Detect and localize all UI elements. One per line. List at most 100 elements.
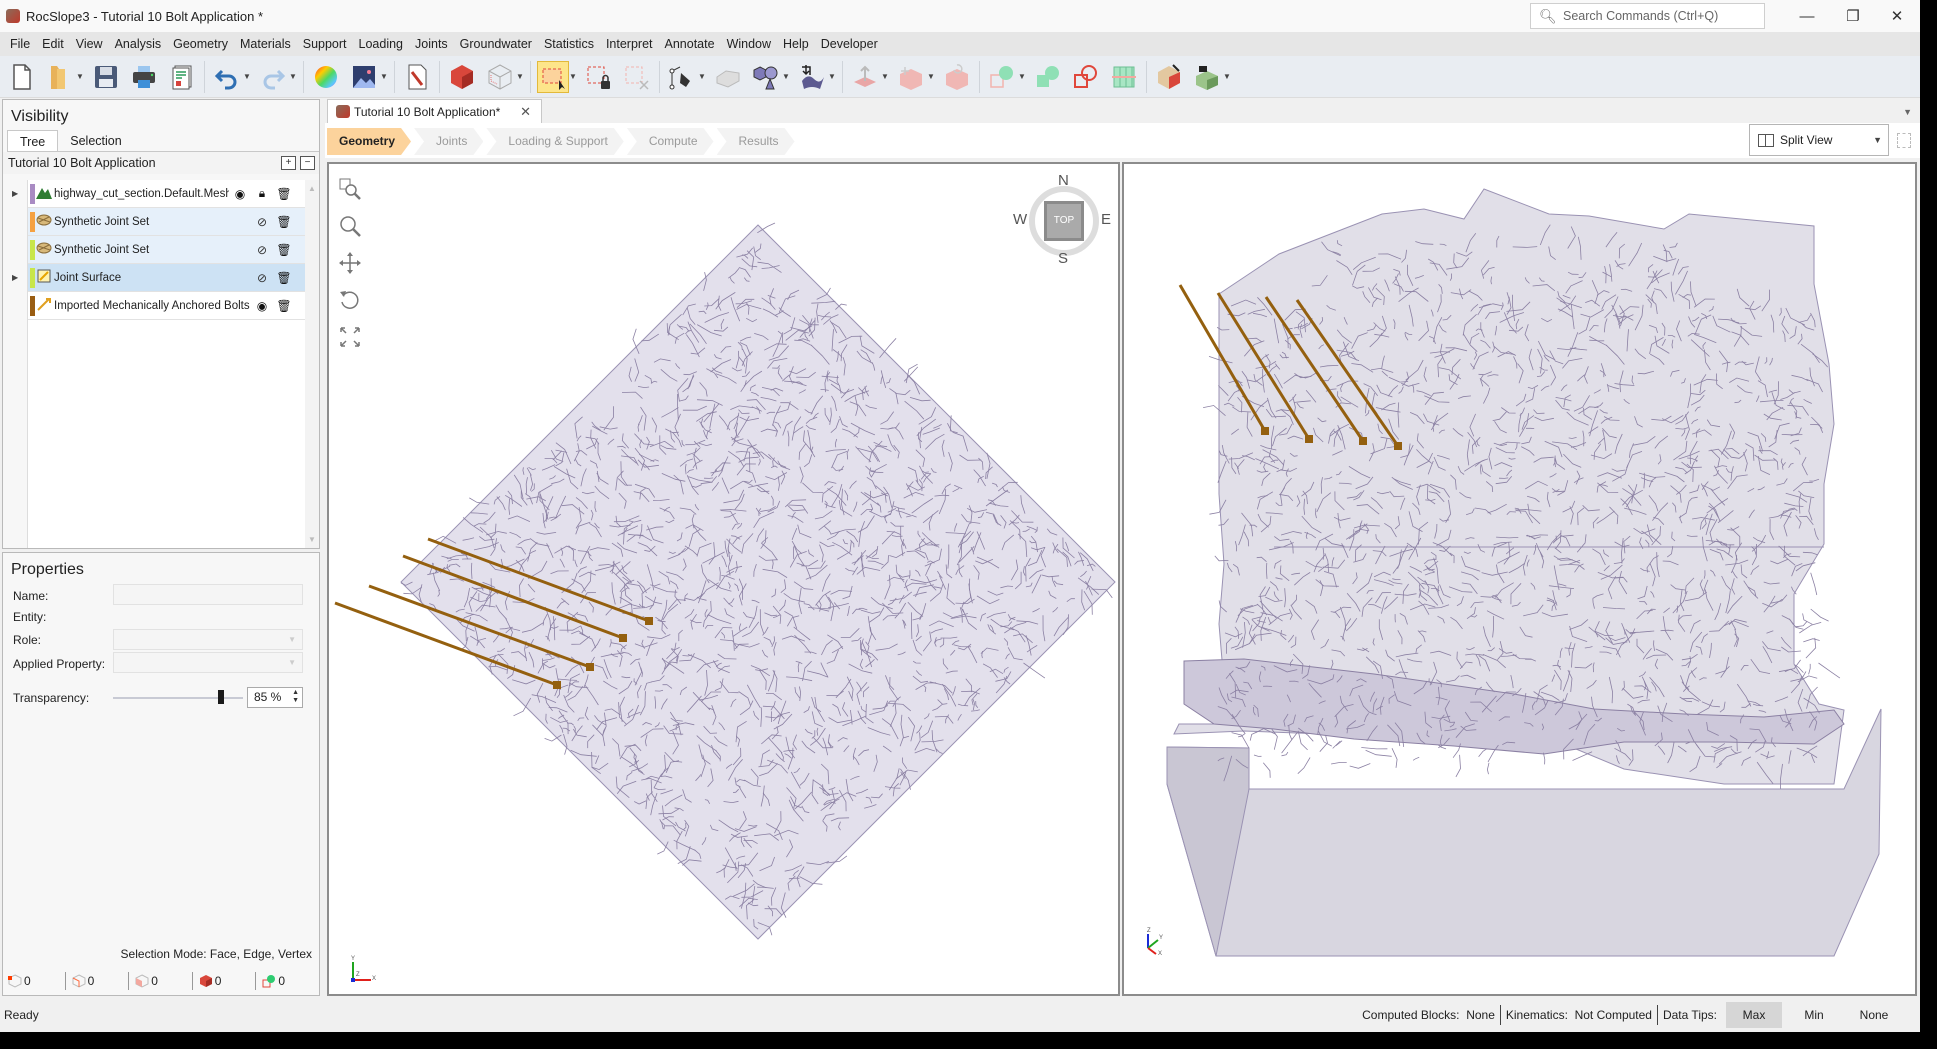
compass-east[interactable]: E: [1101, 211, 1111, 228]
redo-button[interactable]: [257, 61, 289, 93]
trash-icon[interactable]: 🗑︎: [273, 271, 295, 285]
eye-icon[interactable]: ◉: [229, 187, 251, 201]
scroll-up-arrow[interactable]: ▲: [308, 184, 316, 193]
bolt-plate[interactable]: [1359, 437, 1367, 445]
background-image-button[interactable]: [348, 61, 380, 93]
tree-item[interactable]: Synthetic Joint Set ⊘ 🗑︎: [28, 208, 305, 236]
boolean-intersect-button[interactable]: [1032, 61, 1064, 93]
name-field[interactable]: [113, 584, 303, 605]
background-dropdown-arrow[interactable]: ▼: [380, 72, 388, 81]
tree-item[interactable]: Imported Mechanically Anchored Bolts 2 ◉ 🗑…: [28, 292, 305, 320]
zoom-extents-button[interactable]: [337, 324, 363, 350]
material-dropdown-arrow[interactable]: ▼: [1223, 72, 1231, 81]
workflow-step-results[interactable]: Results: [717, 128, 795, 155]
assign-material-button[interactable]: [1191, 61, 1223, 93]
print-button[interactable]: [128, 61, 160, 93]
rotate-block-button[interactable]: [941, 61, 973, 93]
close-tab-icon[interactable]: ✕: [520, 104, 531, 120]
spin-arrows-icon[interactable]: ▲ ▼: [292, 689, 299, 705]
menu-window[interactable]: Window: [721, 32, 777, 56]
shapes-button[interactable]: [750, 61, 782, 93]
search-commands-input[interactable]: 🔍︎ Search Commands (Ctrl+Q): [1530, 3, 1765, 29]
import-dropdown-arrow[interactable]: ▼: [828, 72, 836, 81]
edit-geometry-button[interactable]: [1153, 61, 1185, 93]
workflow-step-loading-support[interactable]: Loading & Support: [486, 128, 623, 155]
expand-arrow-icon[interactable]: ▶: [12, 273, 20, 282]
menu-developer[interactable]: Developer: [815, 32, 884, 56]
eye-icon[interactable]: ◉: [251, 299, 273, 313]
menu-loading[interactable]: Loading: [353, 32, 410, 56]
viewport-perspective-view[interactable]: Z Y X: [1122, 162, 1917, 996]
menu-view[interactable]: View: [70, 32, 109, 56]
new-file-button[interactable]: [6, 61, 38, 93]
boolean-union-button[interactable]: [986, 61, 1018, 93]
bolt-plate[interactable]: [1394, 442, 1402, 450]
slope-mesh-top-view[interactable]: [400, 224, 1116, 940]
menu-help[interactable]: Help: [777, 32, 815, 56]
trash-icon[interactable]: 🗑︎: [273, 215, 295, 229]
bolt-plate[interactable]: [645, 617, 653, 625]
report-button[interactable]: [166, 61, 198, 93]
document-tab[interactable]: Tutorial 10 Bolt Application* ✕: [327, 99, 542, 123]
role-select[interactable]: ▼: [113, 629, 303, 650]
redo-dropdown-arrow[interactable]: ▼: [289, 72, 297, 81]
menu-joints[interactable]: Joints: [409, 32, 454, 56]
menu-interpret[interactable]: Interpret: [600, 32, 659, 56]
boolean-subtract-button[interactable]: [1070, 61, 1102, 93]
extrude-button[interactable]: [849, 61, 881, 93]
transparency-spinbox[interactable]: 85 % ▲ ▼: [247, 687, 303, 708]
tree-scrollbar[interactable]: ▲ ▼: [305, 180, 319, 548]
shapes-dropdown-arrow[interactable]: ▼: [782, 72, 790, 81]
data-tips-none-button[interactable]: None: [1846, 1002, 1902, 1028]
compass-west[interactable]: W: [1013, 211, 1027, 228]
select-box-button[interactable]: [537, 60, 569, 93]
compass-north[interactable]: N: [1058, 172, 1069, 189]
wireframe-view-button[interactable]: [484, 61, 516, 93]
import-surface-button[interactable]: [796, 61, 828, 93]
data-tips-max-button[interactable]: Max: [1726, 1002, 1782, 1028]
project-settings-button[interactable]: [401, 61, 433, 93]
eye-hidden-icon[interactable]: ⊘: [251, 243, 273, 257]
bolt-plate[interactable]: [1305, 435, 1313, 443]
section-grid-button[interactable]: [1108, 61, 1140, 93]
trash-icon[interactable]: 🗑︎: [273, 299, 295, 313]
polyline-dropdown-arrow[interactable]: ▼: [698, 72, 706, 81]
lock-selection-button[interactable]: [583, 61, 615, 93]
menu-analysis[interactable]: Analysis: [109, 32, 168, 56]
menu-file[interactable]: File: [4, 32, 36, 56]
lock-icon[interactable]: 🔒︎: [251, 186, 273, 201]
view-mode-dropdown-arrow[interactable]: ▼: [516, 72, 524, 81]
menu-geometry[interactable]: Geometry: [167, 32, 234, 56]
menu-edit[interactable]: Edit: [36, 32, 70, 56]
trash-icon[interactable]: 🗑︎: [273, 243, 295, 257]
eye-hidden-icon[interactable]: ⊘: [251, 215, 273, 229]
eye-hidden-icon[interactable]: ⊘: [251, 271, 273, 285]
move-dropdown-arrow[interactable]: ▼: [927, 72, 935, 81]
workflow-step-joints[interactable]: Joints: [414, 128, 483, 155]
expand-arrow-icon[interactable]: ▶: [12, 189, 20, 198]
undo-dropdown-arrow[interactable]: ▼: [243, 72, 251, 81]
extrude-dropdown-arrow[interactable]: ▼: [881, 72, 889, 81]
applied-property-select[interactable]: ▼: [113, 652, 303, 673]
collapse-all-button[interactable]: −: [300, 156, 315, 170]
bolt-plate[interactable]: [586, 663, 594, 671]
surface-button[interactable]: [712, 61, 744, 93]
workflow-step-geometry[interactable]: Geometry: [327, 128, 411, 155]
boolean-dropdown-arrow[interactable]: ▼: [1018, 72, 1026, 81]
restore-button[interactable]: ❐: [1830, 0, 1876, 32]
draw-polyline-button[interactable]: [666, 61, 698, 93]
top-view-scene[interactable]: [329, 164, 1120, 996]
menu-support[interactable]: Support: [297, 32, 353, 56]
close-button[interactable]: ✕: [1874, 0, 1920, 32]
color-scheme-button[interactable]: [310, 61, 342, 93]
view-compass[interactable]: TOP N S E W: [1013, 172, 1111, 267]
tree-item[interactable]: ▶ Joint Surface ⊘ 🗑︎: [12, 264, 305, 292]
menu-materials[interactable]: Materials: [234, 32, 297, 56]
bolt-plate[interactable]: [619, 634, 627, 642]
bolt-plate[interactable]: [1261, 427, 1269, 435]
zoom-button[interactable]: [337, 213, 363, 239]
menu-annotate[interactable]: Annotate: [659, 32, 721, 56]
compass-top-button[interactable]: TOP: [1044, 201, 1084, 241]
trash-icon[interactable]: 🗑︎: [273, 187, 295, 201]
solid-view-button[interactable]: [446, 61, 478, 93]
